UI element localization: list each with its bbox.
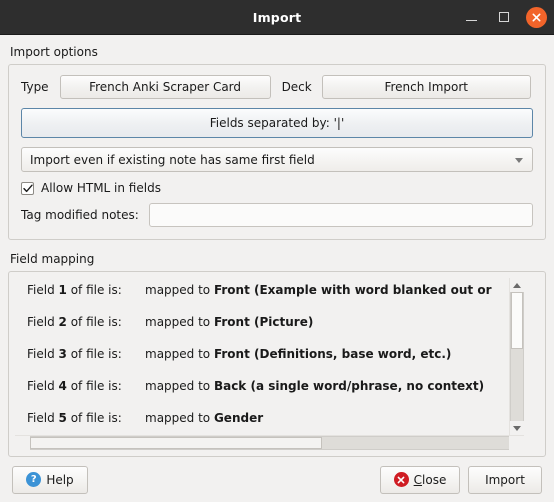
field-mapping-row-target[interactable]: mapped to Front (Definitions, base word,… (145, 347, 451, 361)
horizontal-scrollbar[interactable] (15, 435, 524, 450)
field-mapping-target-name: Front (Picture) (213, 315, 314, 329)
scroll-up-button[interactable] (510, 278, 524, 292)
allow-html-row[interactable]: Allow HTML in fields (21, 181, 533, 195)
tag-modified-label: Tag modified notes: (21, 208, 139, 222)
scroll-left-button[interactable] (15, 436, 30, 450)
allow-html-label: Allow HTML in fields (41, 181, 161, 195)
field-mapping-row[interactable]: Field 1 of file is: mapped to Front (Exam… (15, 283, 509, 315)
minimize-icon (465, 20, 477, 21)
close-button[interactable]: Close (380, 465, 460, 494)
duplicate-policy-dropdown[interactable]: Import even if existing note has same fi… (21, 147, 533, 172)
deck-label: Deck (281, 80, 312, 94)
vertical-scrollbar[interactable] (509, 278, 524, 435)
field-number: 2 (58, 315, 67, 329)
tag-modified-row: Tag modified notes: (21, 203, 533, 227)
field-mapping-row-target[interactable]: mapped to Front (Example with word blank… (145, 283, 492, 297)
field-mapping-row-target[interactable]: mapped to Gender (145, 411, 263, 425)
field-mapping-scroll-inner: Field 1 of file is: mapped to Front (Exam… (15, 278, 524, 435)
field-mapping-row-label: Field 5 of file is: (27, 411, 122, 425)
close-label-rest: lose (422, 472, 447, 487)
field-mapping-group: Field 1 of file is: mapped to Front (Exam… (8, 271, 546, 457)
titlebar: Import (0, 0, 554, 35)
dialog-content: Import options Type French Anki Scraper … (0, 35, 554, 457)
vertical-scroll-thumb[interactable] (511, 292, 523, 349)
triangle-down-icon (513, 425, 521, 431)
field-mapping-row-target[interactable]: mapped to Back (a single word/phrase, no… (145, 379, 484, 393)
field-mapping-viewport: Field 1 of file is: mapped to Front (Exam… (15, 278, 509, 435)
field-mapping-row[interactable]: Field 3 of file is: mapped to Front (Defi… (15, 347, 509, 379)
help-button-label: Help (46, 472, 74, 487)
field-mapping-target-name: Front (Definitions, base word, etc.) (213, 347, 452, 361)
question-mark-glyph: ? (30, 473, 37, 485)
field-number: 4 (58, 379, 67, 393)
field-mapping-row[interactable]: Field 4 of file is: mapped to Back (a sin… (15, 379, 509, 411)
import-button[interactable]: Import (468, 465, 542, 494)
import-options-label: Import options (10, 45, 98, 59)
field-number: 5 (58, 411, 67, 425)
chevron-down-icon (515, 157, 523, 163)
field-mapping-label: Field mapping (10, 252, 95, 266)
field-mapping-row-target[interactable]: mapped to Front (Picture) (145, 315, 313, 329)
scroll-down-button[interactable] (510, 421, 524, 435)
field-mapping-target-name: Back (a single word/phrase, no context) (213, 379, 485, 393)
close-button-label: Close (414, 473, 447, 487)
close-mnemonic: C (413, 472, 423, 487)
note-type-button[interactable]: French Anki Scraper Card (59, 75, 271, 99)
close-icon (532, 13, 541, 21)
field-mapping-row-label: Field 3 of file is: (27, 347, 122, 361)
deck-button[interactable]: French Import (321, 75, 531, 99)
field-mapping-row-label: Field 1 of file is: (27, 283, 122, 297)
duplicate-policy-value: Import even if existing note has same fi… (30, 152, 315, 167)
type-deck-row: Type French Anki Scraper Card Deck Frenc… (21, 75, 533, 99)
field-mapping-list: Field 1 of file is: mapped to Front (Exam… (15, 278, 509, 435)
vertical-scroll-track[interactable] (510, 292, 524, 421)
field-mapping-row-label: Field 4 of file is: (27, 379, 122, 393)
tag-modified-input[interactable] (148, 203, 533, 227)
field-separator-button[interactable]: Fields separated by: '|' (21, 108, 533, 138)
close-window-button[interactable] (526, 6, 547, 28)
checkmark-icon (22, 184, 33, 192)
question-mark-icon: ? (26, 472, 42, 487)
close-circle-icon (393, 472, 409, 487)
minimize-button[interactable] (460, 6, 482, 28)
import-dialog-window: Import Import options Type French Anki S… (0, 0, 554, 502)
allow-html-checkbox[interactable] (21, 181, 34, 195)
import-options-group: Type French Anki Scraper Card Deck Frenc… (8, 64, 546, 240)
field-mapping-target-name: Gender (213, 411, 264, 425)
field-mapping-row[interactable]: Field 2 of file is: mapped to Front (Pict… (15, 315, 509, 347)
help-button[interactable]: ? Help (12, 465, 88, 494)
field-number: 3 (58, 347, 67, 361)
field-mapping-target-name: Front (Example with word blanked out or (213, 283, 492, 297)
field-mapping-scrollarea: Field 1 of file is: mapped to Front (Exam… (15, 278, 524, 450)
field-mapping-row[interactable]: Field 5 of file is: mapped to Gender (15, 411, 509, 435)
scrollbar-corner (524, 278, 539, 450)
dialog-footer: ? Help Close Import (0, 457, 554, 502)
triangle-up-icon (513, 282, 521, 288)
maximize-icon (499, 12, 509, 22)
maximize-button[interactable] (493, 6, 515, 28)
titlebar-buttons (460, 0, 547, 34)
field-number: 1 (58, 283, 67, 297)
x-glyph-icon (397, 476, 405, 483)
type-label: Type (21, 80, 49, 94)
field-mapping-row-label: Field 2 of file is: (27, 315, 122, 329)
scroll-right-button[interactable] (509, 436, 524, 450)
horizontal-scroll-track[interactable] (30, 436, 509, 450)
horizontal-scroll-thumb[interactable] (30, 437, 323, 449)
